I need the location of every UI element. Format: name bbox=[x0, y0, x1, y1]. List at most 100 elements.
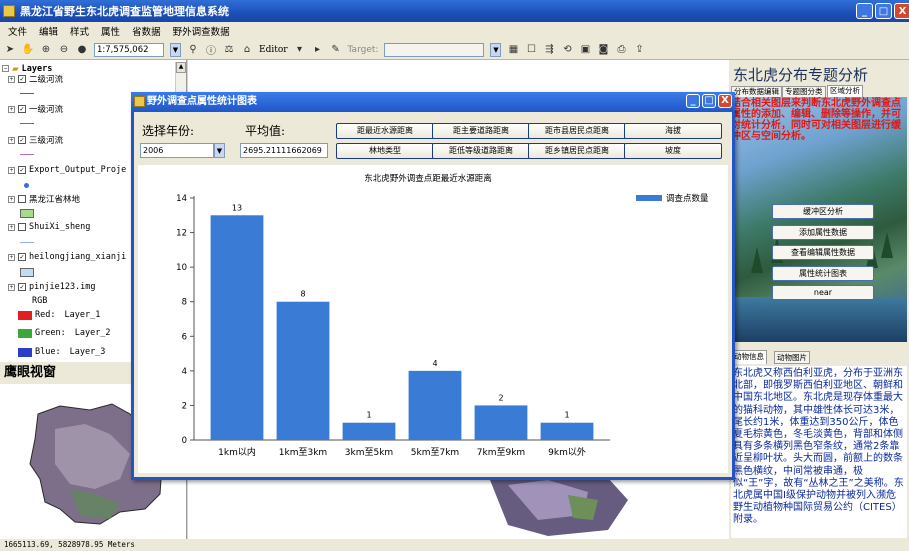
split-tool-icon[interactable]: ⇶ bbox=[543, 44, 555, 56]
zoom-in-icon[interactable]: ⊕ bbox=[40, 44, 52, 56]
bar-chart: 东北虎野外调查点距最近水源距离02468101214131km以内81km至3k… bbox=[176, 173, 709, 458]
low-road-distance-button[interactable]: 距低等级道路距离 bbox=[432, 143, 530, 159]
toc-layer-item[interactable]: + ✓ pinjie123.img bbox=[8, 282, 96, 292]
expand-icon[interactable]: + bbox=[8, 105, 15, 113]
find-binoculars-icon[interactable]: ⚲ bbox=[187, 44, 199, 56]
dialog-maximize-button[interactable]: □ bbox=[702, 94, 716, 108]
line-symbol bbox=[20, 93, 34, 94]
bar bbox=[408, 370, 462, 440]
scale-dropdown-icon[interactable]: ▼ bbox=[170, 42, 181, 57]
dialog-minimize-button[interactable]: _ bbox=[686, 94, 700, 108]
layer-name: pinjie123.img bbox=[29, 282, 96, 292]
band-value: Layer_2 bbox=[74, 328, 111, 338]
sketch-pencil-icon[interactable]: ✎ bbox=[330, 44, 342, 56]
expand-icon[interactable]: + bbox=[8, 195, 15, 203]
tab-animal-pictures[interactable]: 动物图片 bbox=[774, 351, 810, 364]
menu-edit[interactable]: 编辑 bbox=[39, 24, 58, 38]
menu-file[interactable]: 文件 bbox=[8, 24, 27, 38]
expand-icon[interactable]: + bbox=[8, 253, 15, 261]
layer-visibility-checkbox[interactable] bbox=[18, 223, 26, 231]
close-button[interactable]: X bbox=[894, 3, 909, 19]
forest-type-button[interactable]: 林地类型 bbox=[336, 143, 434, 159]
pan-hand-icon[interactable]: ✋ bbox=[22, 44, 34, 56]
add-attribute-data-button[interactable]: 添加属性数据 bbox=[772, 225, 874, 240]
line-symbol bbox=[20, 154, 34, 155]
expand-icon[interactable]: + bbox=[8, 166, 15, 174]
rotate-tool-icon[interactable]: ⟲ bbox=[561, 44, 573, 56]
year-select[interactable]: 2006 bbox=[140, 143, 214, 158]
layer-visibility-checkbox[interactable]: ✓ bbox=[18, 283, 26, 291]
x-tick-label: 9km以外 bbox=[548, 446, 586, 458]
town-settlement-distance-button[interactable]: 距乡镇居民点距离 bbox=[528, 143, 626, 159]
bar bbox=[210, 215, 264, 440]
bar-value-label: 1 bbox=[366, 411, 371, 420]
layout-view-icon[interactable]: ◙ bbox=[597, 44, 609, 56]
toc-root-label: Layers bbox=[21, 63, 53, 74]
editor-menu[interactable]: Editor bbox=[259, 45, 288, 55]
line-symbol bbox=[20, 242, 34, 243]
attribute-stats-chart-button[interactable]: 属性统计图表 bbox=[772, 266, 874, 281]
target-label: Target: bbox=[347, 44, 379, 55]
minimize-button[interactable]: _ bbox=[856, 3, 873, 19]
layer-visibility-checkbox[interactable]: ✓ bbox=[18, 136, 26, 144]
toc-layer-item[interactable]: + ✓ Export_Output_Proje bbox=[8, 165, 126, 175]
layer-visibility-checkbox[interactable]: ✓ bbox=[18, 105, 26, 113]
menu-attribute[interactable]: 属性 bbox=[101, 24, 120, 38]
collapse-icon[interactable]: − bbox=[2, 65, 9, 72]
layer-name: heilongjiang_xianji bbox=[29, 252, 127, 262]
menu-province-data[interactable]: 省数据 bbox=[132, 24, 161, 38]
identify-info-icon[interactable]: ⓘ bbox=[205, 44, 217, 57]
full-extent-globe-icon[interactable]: ● bbox=[76, 44, 88, 56]
buffer-analysis-button[interactable]: 缓冲区分析 bbox=[772, 204, 874, 219]
layer-visibility-checkbox[interactable]: ✓ bbox=[18, 166, 26, 174]
print-icon[interactable]: ⎙ bbox=[615, 44, 627, 56]
average-value-field[interactable]: 2695.21111662069 bbox=[240, 143, 328, 158]
water-distance-button[interactable]: 距最近水源距离 bbox=[336, 123, 434, 139]
slope-button[interactable]: 坡度 bbox=[624, 143, 722, 159]
menu-field-survey-data[interactable]: 野外调查数据 bbox=[173, 24, 230, 38]
export-icon[interactable]: ⇪ bbox=[633, 44, 645, 56]
y-tick-label: 2 bbox=[182, 401, 187, 411]
main-road-distance-button[interactable]: 距主要道路距离 bbox=[432, 123, 530, 139]
band-color-swatch bbox=[18, 347, 32, 357]
year-dropdown-icon[interactable]: ▼ bbox=[214, 143, 225, 158]
dialog-close-button[interactable]: X bbox=[718, 94, 732, 108]
toc-layer-item[interactable]: + 黑龙江省林地 bbox=[8, 193, 80, 205]
maximize-button[interactable]: □ bbox=[875, 3, 892, 19]
target-dropdown-icon[interactable]: ▼ bbox=[490, 42, 502, 57]
y-tick-label: 4 bbox=[182, 367, 187, 377]
county-settlement-distance-button[interactable]: 距市县居民点距离 bbox=[528, 123, 626, 139]
near-button[interactable]: near bbox=[772, 285, 874, 300]
layer-visibility-checkbox[interactable] bbox=[18, 195, 26, 203]
dialog-title: 野外调查点属性统计图表 bbox=[147, 96, 257, 107]
tree-shape bbox=[881, 232, 893, 258]
select-arrow-icon[interactable]: ➤ bbox=[4, 44, 16, 56]
expand-icon[interactable]: + bbox=[8, 75, 15, 83]
expand-icon[interactable]: + bbox=[8, 223, 15, 231]
zoom-out-icon[interactable]: ⊖ bbox=[58, 44, 70, 56]
toc-layer-item[interactable]: + ✓ 一级河流 bbox=[8, 103, 63, 115]
editor-dropdown-icon[interactable]: ▾ bbox=[294, 44, 306, 56]
layout-icon[interactable]: ▣ bbox=[579, 44, 591, 56]
tab-animal-info[interactable]: 动物信息 bbox=[731, 350, 767, 364]
layer-name: 三级河流 bbox=[29, 136, 64, 146]
toc-layer-item[interactable]: + ✓ heilongjiang_xianji bbox=[8, 252, 126, 262]
expand-icon[interactable]: + bbox=[8, 136, 15, 144]
target-select[interactable] bbox=[384, 42, 485, 57]
attributes-table-icon[interactable]: ▦ bbox=[507, 44, 519, 56]
expand-icon[interactable]: + bbox=[8, 283, 15, 291]
toc-layer-item[interactable]: + ✓ 二级河流 bbox=[8, 73, 63, 85]
toc-layer-item[interactable]: + ShuiXi_sheng bbox=[8, 222, 90, 232]
menu-style[interactable]: 样式 bbox=[70, 24, 89, 38]
layer-visibility-checkbox[interactable]: ✓ bbox=[18, 253, 26, 261]
elevation-button[interactable]: 海拔 bbox=[624, 123, 722, 139]
view-edit-attribute-button[interactable]: 查看编辑属性数据 bbox=[772, 245, 874, 260]
layer-visibility-checkbox[interactable]: ✓ bbox=[18, 75, 26, 83]
toc-layer-item[interactable]: + ✓ 三级河流 bbox=[8, 134, 63, 146]
edit-tool-icon[interactable]: ▸ bbox=[312, 44, 324, 56]
sketch-properties-icon[interactable]: ☐ bbox=[525, 44, 537, 56]
scale-input[interactable]: 1:7,575,062 bbox=[94, 42, 164, 57]
x-tick-label: 1km至3km bbox=[279, 447, 327, 458]
measure-icon[interactable]: ⚖ bbox=[223, 44, 235, 56]
hyperlink-icon[interactable]: ⌂ bbox=[241, 44, 253, 56]
